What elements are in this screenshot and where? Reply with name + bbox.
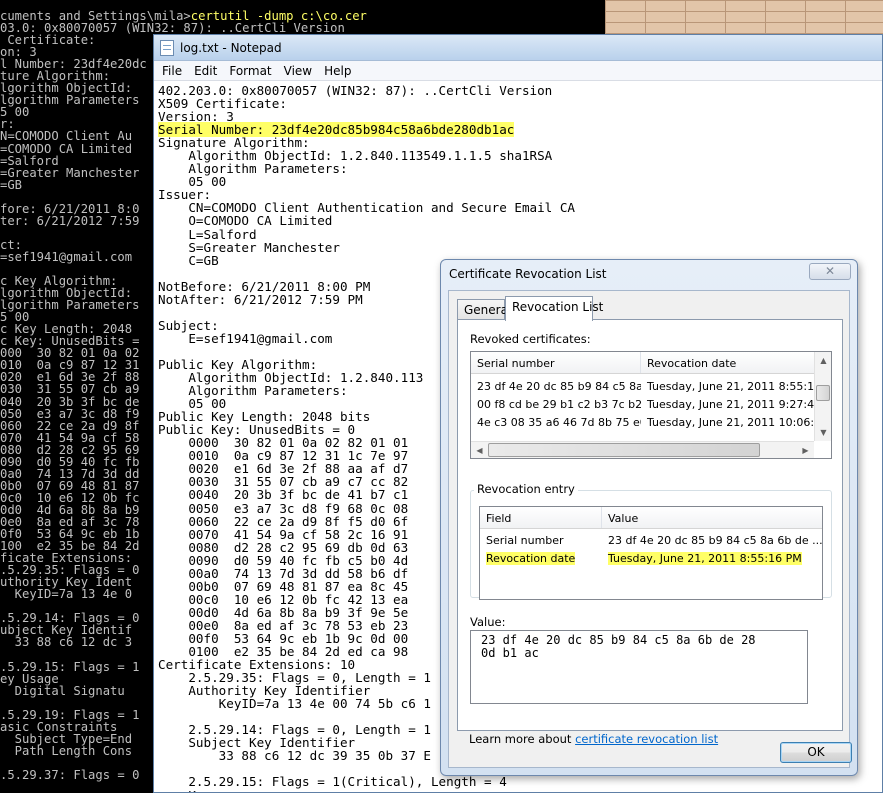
- revoked-certificates-list[interactable]: Serial number Revocation date 23 df 4e 2…: [470, 351, 832, 459]
- table-row-selected[interactable]: Revocation date Tuesday, June 21, 2011 8…: [480, 549, 822, 567]
- row-serial: 23 df 4e 20 dc 85 b9 84 c5 8a ...: [477, 380, 641, 393]
- entry-header: Field Value: [480, 507, 822, 529]
- ok-button[interactable]: OK: [780, 742, 852, 763]
- scroll-down-icon[interactable]: ▼: [815, 424, 831, 441]
- tab-general[interactable]: General: [457, 299, 511, 320]
- row-date: Tuesday, June 21, 2011 8:55:16 P: [647, 380, 816, 393]
- table-row[interactable]: 00 f8 cd be 29 b1 c2 b3 7c b2 ... Tuesda…: [471, 395, 816, 413]
- row-date: Tuesday, June 21, 2011 9:27:47 P: [647, 398, 816, 411]
- text-line: 2.5.29.15: Flags = 1(Critical), Length =…: [158, 774, 507, 790]
- menu-file[interactable]: File: [156, 64, 188, 78]
- scroll-right-icon[interactable]: ▶: [797, 442, 814, 458]
- column-serial-number[interactable]: Serial number: [471, 352, 641, 373]
- entry-value: 23 df 4e 20 dc 85 b9 84 c5 8a 6b de ...: [608, 534, 823, 547]
- column-revocation-date[interactable]: Revocation date: [641, 352, 816, 373]
- dialog-body: General Revocation List Revoked certific…: [448, 290, 852, 768]
- text-line: L=Salford: [158, 226, 257, 242]
- notepad-title: log.txt - Notepad: [180, 40, 282, 55]
- scroll-left-icon[interactable]: ◀: [471, 442, 488, 458]
- notepad-title-bar[interactable]: log.txt - Notepad: [154, 35, 882, 61]
- column-field[interactable]: Field: [480, 507, 602, 528]
- row-serial: 4e c3 08 35 a6 46 7d 8b 75 e0 ...: [477, 416, 641, 429]
- menu-format[interactable]: Format: [223, 64, 277, 78]
- learn-more-prefix: Learn more about: [469, 732, 576, 746]
- revocation-entry-list[interactable]: Field Value Serial number 23 df 4e 20 dc…: [479, 506, 823, 600]
- text-line: 05 00: [158, 174, 227, 190]
- revocation-list-panel: Revoked certificates: Serial number Revo…: [457, 319, 843, 746]
- row-date: Tuesday, June 21, 2011 10:06:39: [647, 416, 816, 429]
- notepad-app-icon: [160, 39, 174, 56]
- value-label: Value:: [470, 615, 506, 629]
- text-line: Key: [158, 788, 882, 792]
- row-serial: 00 f8 cd be 29 b1 c2 b3 7c b2 ...: [477, 398, 641, 411]
- vertical-scrollbar[interactable]: ▲ ▼: [814, 352, 831, 441]
- column-value[interactable]: Value: [602, 507, 822, 528]
- menu-help[interactable]: Help: [318, 64, 357, 78]
- close-icon[interactable]: ✕: [809, 263, 851, 280]
- scroll-up-icon[interactable]: ▲: [815, 352, 831, 369]
- revocation-entry-label: Revocation entry: [474, 482, 578, 496]
- list-header: Serial number Revocation date: [471, 352, 816, 374]
- tab-revocation-list[interactable]: Revocation List: [505, 296, 603, 321]
- revoked-certificates-label: Revoked certificates:: [470, 332, 591, 346]
- text-line: Algorithm Parameters:: [158, 161, 348, 177]
- table-row[interactable]: 23 df 4e 20 dc 85 b9 84 c5 8a ... Tuesda…: [471, 377, 816, 395]
- value-text-box[interactable]: 23 df 4e 20 dc 85 b9 84 c5 8a 6b de 28 0…: [470, 630, 808, 704]
- scroll-thumb[interactable]: [488, 443, 760, 457]
- learn-more-text: Learn more about certificate revocation …: [469, 732, 718, 746]
- menu-edit[interactable]: Edit: [188, 64, 223, 78]
- text-line: S=Greater Manchester: [158, 239, 340, 255]
- dialog-title: Certificate Revocation List: [449, 267, 607, 281]
- crl-dialog: Certificate Revocation List ✕ General Re…: [440, 259, 858, 776]
- entry-field: Serial number: [486, 534, 564, 547]
- desktop-wallpaper: [605, 0, 883, 34]
- scroll-thumb[interactable]: [816, 385, 830, 401]
- entry-value: Tuesday, June 21, 2011 8:55:16 PM: [608, 552, 802, 565]
- entry-field: Revocation date: [486, 552, 576, 565]
- table-row[interactable]: 4e c3 08 35 a6 46 7d 8b 75 e0 ... Tuesda…: [471, 413, 816, 431]
- crl-help-link[interactable]: certificate revocation list: [575, 732, 718, 746]
- menu-view[interactable]: View: [278, 64, 318, 78]
- table-row[interactable]: Serial number 23 df 4e 20 dc 85 b9 84 c5…: [480, 531, 823, 549]
- text-line: X509 Certificate:: [158, 96, 287, 112]
- horizontal-scrollbar[interactable]: ◀ ▶: [471, 441, 814, 458]
- text-line: O=COMODO CA Limited: [158, 213, 333, 229]
- notepad-menu-bar: File Edit Format View Help: [154, 61, 882, 81]
